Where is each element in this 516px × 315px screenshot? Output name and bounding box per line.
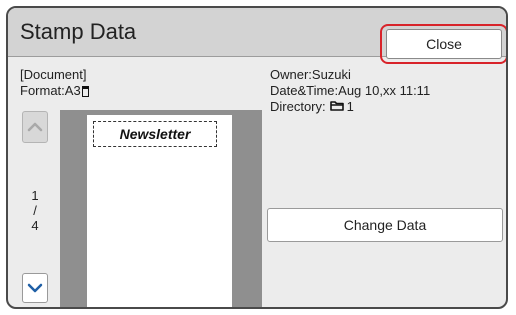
stamp-details: Owner:Suzuki Date&Time:Aug 10,xx 11:11 D…: [270, 67, 430, 115]
portrait-page-icon: [81, 85, 89, 97]
chevron-down-icon: [27, 283, 43, 293]
page-counter: 1 / 4: [22, 188, 48, 233]
page-down-button[interactable]: [22, 273, 48, 303]
document-info: [Document] Format: A3: [20, 67, 89, 99]
owner-text: Owner:Suzuki: [270, 67, 351, 82]
document-heading: [Document]: [20, 67, 87, 82]
folder-icon: [329, 99, 344, 115]
format-label: Format:: [20, 83, 65, 98]
stamp-text: Newsletter: [93, 121, 217, 147]
directory-label: Directory:: [270, 99, 326, 114]
stamp-data-dialog: Stamp Data Close [Document] Format: A3 O…: [6, 6, 508, 309]
chevron-up-icon: [27, 122, 43, 132]
stamp-preview: Newsletter: [60, 110, 262, 307]
change-data-button[interactable]: Change Data: [267, 208, 503, 242]
current-page: 1: [31, 188, 39, 203]
directory-row: Directory: 1: [270, 99, 430, 115]
dialog-title: Stamp Data: [20, 19, 137, 44]
format-value: A3: [64, 83, 81, 98]
format-row: Format: A3: [20, 83, 89, 99]
total-pages: 4: [31, 218, 39, 233]
preview-page: Newsletter: [87, 115, 232, 307]
directory-value: 1: [346, 99, 354, 114]
page-separator: /: [33, 203, 37, 218]
close-button[interactable]: Close: [386, 29, 502, 59]
page-up-button[interactable]: [22, 111, 48, 143]
datetime-text: Date&Time:Aug 10,xx 11:11: [270, 83, 431, 98]
